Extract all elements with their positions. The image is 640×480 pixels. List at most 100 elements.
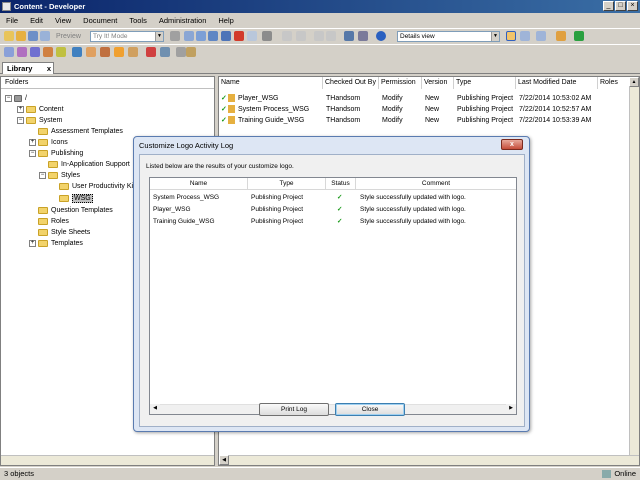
view-select[interactable]: Details view ▼ [397, 31, 500, 42]
save-all-icon[interactable] [40, 31, 50, 41]
find-icon[interactable] [262, 31, 272, 41]
document-icon[interactable] [4, 47, 14, 57]
web-page-icon[interactable] [56, 47, 66, 57]
open-icon[interactable] [16, 31, 26, 41]
section-icon[interactable] [30, 47, 40, 57]
search-icon[interactable] [344, 31, 354, 41]
scroll-right-icon[interactable]: ▶ [506, 404, 516, 414]
list-vscrollbar[interactable]: ▲ [629, 77, 639, 457]
record-icon[interactable] [146, 47, 156, 57]
undo-icon[interactable] [282, 31, 292, 41]
save-icon[interactable] [28, 31, 38, 41]
scroll-left-icon[interactable]: ◀ [150, 404, 160, 414]
properties-icon[interactable] [247, 31, 257, 41]
scroll-left-icon[interactable]: ◀ [219, 455, 229, 465]
module-icon[interactable] [17, 47, 27, 57]
role-icon[interactable] [128, 47, 138, 57]
dialog-column-status[interactable]: Status [326, 178, 356, 190]
delete-icon[interactable] [234, 31, 244, 41]
collapse-icon[interactable]: − [39, 171, 46, 179]
preview-button[interactable]: Preview [56, 31, 81, 42]
tree-item-system[interactable]: − System [17, 115, 62, 126]
tab-library[interactable]: Library x [2, 62, 54, 74]
minimize-button[interactable]: _ [603, 1, 614, 11]
tree-item-roles[interactable]: Roles [38, 216, 69, 227]
topic-icon[interactable] [43, 47, 53, 57]
close-window-button[interactable]: × [627, 1, 638, 11]
tree-item-templates[interactable]: + Templates [29, 238, 83, 249]
tree-item-root[interactable]: − / [5, 93, 27, 104]
expand-icon[interactable]: + [29, 138, 36, 146]
tree-item-styles[interactable]: − Styles [39, 170, 80, 181]
expand-icon[interactable]: + [17, 105, 24, 113]
activity-row[interactable]: Player_WSG Publishing Project ✓ Style su… [150, 204, 516, 216]
collapse-icon[interactable]: − [17, 116, 24, 124]
refresh-icon[interactable] [574, 31, 584, 41]
check-icon[interactable] [176, 47, 186, 57]
columns-view-icon[interactable] [536, 31, 546, 41]
column-header-name[interactable]: Name [219, 77, 323, 89]
close-icon[interactable]: x [47, 63, 51, 74]
column-header-version[interactable]: Version [422, 77, 454, 89]
outline-icon[interactable] [186, 47, 196, 57]
menu-edit[interactable]: Edit [30, 16, 43, 25]
scroll-up-icon[interactable]: ▲ [629, 77, 639, 87]
tree-item-wsg[interactable]: WSG [59, 193, 93, 204]
link-icon[interactable] [221, 31, 231, 41]
collapse-icon[interactable]: − [29, 149, 36, 157]
list-row[interactable]: ✓ System Process_WSG THandsom Modify New… [219, 104, 639, 115]
column-header-type[interactable]: Type [454, 77, 516, 89]
list-row[interactable]: ✓ Player_WSG THandsom Modify New Publish… [219, 93, 639, 104]
export-icon[interactable] [556, 31, 566, 41]
dialog-column-type[interactable]: Type [248, 178, 326, 190]
column-header-permission[interactable]: Permission [379, 77, 422, 89]
menu-view[interactable]: View [55, 16, 71, 25]
list-hscrollbar[interactable]: ◀ [219, 455, 639, 465]
menu-file[interactable]: File [6, 16, 18, 25]
dialog-column-name[interactable]: Name [150, 178, 248, 190]
tree-item-question-templates[interactable]: Question Templates [38, 205, 113, 216]
menu-help[interactable]: Help [218, 16, 233, 25]
column-header-checked-out-by[interactable]: Checked Out By [323, 77, 379, 89]
package-icon[interactable] [72, 47, 82, 57]
cut-icon[interactable] [184, 31, 194, 41]
collapse-icon[interactable]: − [5, 94, 12, 102]
menu-document[interactable]: Document [83, 16, 117, 25]
assessment-icon[interactable] [114, 47, 124, 57]
expand-icon[interactable]: + [29, 239, 36, 247]
edit-icon[interactable] [160, 47, 170, 57]
redo-icon[interactable] [296, 31, 306, 41]
tree-item-in-application-support[interactable]: In-Application Support [48, 159, 130, 170]
list-row[interactable]: ✓ Training Guide_WSG THandsom Modify New… [219, 115, 639, 126]
activity-row[interactable]: System Process_WSG Publishing Project ✓ … [150, 192, 516, 204]
dialog-column-comment[interactable]: Comment [356, 178, 516, 190]
filter-icon[interactable] [358, 31, 368, 41]
tree-item-assessment-templates[interactable]: Assessment Templates [38, 126, 123, 137]
close-button[interactable]: Close [335, 403, 405, 416]
dialog-hscrollbar[interactable]: ◀ ▶ [150, 404, 516, 414]
menu-administration[interactable]: Administration [159, 16, 207, 25]
tree-item-publishing[interactable]: − Publishing [29, 148, 83, 159]
details-view-icon[interactable] [506, 31, 516, 41]
tree-item-style-sheets[interactable]: Style Sheets [38, 227, 90, 238]
new-folder-icon[interactable] [4, 31, 14, 41]
tree-item-content[interactable]: + Content [17, 104, 64, 115]
copy-icon[interactable] [196, 31, 206, 41]
print-log-button[interactable]: Print Log [259, 403, 329, 416]
menu-tools[interactable]: Tools [129, 16, 147, 25]
help-icon[interactable] [376, 31, 386, 41]
tree-item-icons[interactable]: + Icons [29, 137, 68, 148]
maximize-button[interactable]: □ [615, 1, 626, 11]
publish-icon[interactable] [170, 31, 180, 41]
paste-icon[interactable] [208, 31, 218, 41]
question-icon[interactable] [100, 47, 110, 57]
folders-hscrollbar[interactable] [1, 455, 214, 465]
outdent-icon[interactable] [326, 31, 336, 41]
glossary-icon[interactable] [86, 47, 96, 57]
indent-icon[interactable] [314, 31, 324, 41]
split-view-icon[interactable] [520, 31, 530, 41]
activity-row[interactable]: Training Guide_WSG Publishing Project ✓ … [150, 216, 516, 228]
close-icon[interactable]: x [501, 139, 523, 150]
tree-item-user-productivity-kit[interactable]: User Productivity Kit [59, 181, 135, 192]
column-header-last-modified-date[interactable]: Last Modified Date [516, 77, 598, 89]
